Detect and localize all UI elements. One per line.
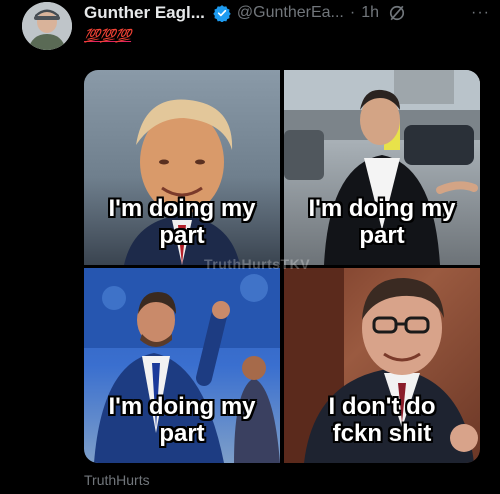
user-handle[interactable]: @GuntherEa...: [237, 4, 344, 22]
timestamp[interactable]: 1h: [361, 4, 379, 22]
meme-panel-1[interactable]: I'm doing my part: [84, 70, 280, 265]
separator-dot: ·: [349, 4, 356, 21]
panel-3-caption: I'm doing my part: [108, 393, 256, 447]
panel-1-caption: I'm doing my part: [108, 195, 256, 249]
avatar[interactable]: [22, 2, 72, 50]
source-label[interactable]: TruthHurts: [84, 472, 150, 488]
meme-panel-3[interactable]: I'm doing my part: [84, 268, 280, 463]
tweet-header: Gunther Eagl... @GuntherEa... · 1h: [84, 2, 490, 24]
more-options-icon[interactable]: ···: [471, 4, 490, 22]
display-name[interactable]: Gunther Eagl...: [84, 3, 205, 23]
panel-2-caption: I'm doing my part: [308, 195, 456, 249]
avatar-image: [22, 2, 72, 50]
tweet-text: 💯💯💯: [84, 28, 132, 43]
panel-4-caption: I don't do fckn shit: [328, 393, 436, 447]
verified-badge-icon: [213, 4, 231, 22]
media-grid[interactable]: I'm doing my part I'm doing my part I'm …: [84, 70, 480, 463]
meme-panel-4[interactable]: I don't do fckn shit: [284, 268, 480, 463]
meme-panel-2[interactable]: I'm doing my part: [284, 70, 480, 265]
grok-icon[interactable]: [387, 3, 407, 23]
watermark: TruthHurtsTKV: [204, 256, 311, 272]
